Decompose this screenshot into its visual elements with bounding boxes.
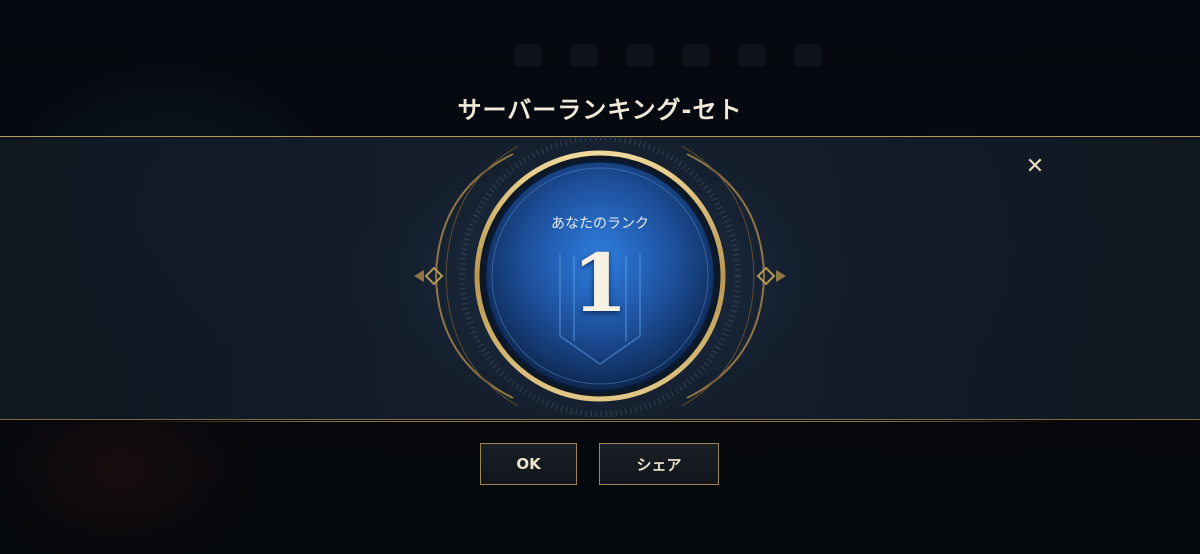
close-icon[interactable]: ✕: [1022, 154, 1048, 180]
share-button[interactable]: シェア: [599, 443, 719, 485]
rank-value: 1: [572, 236, 628, 330]
band-accent-line: [130, 421, 1070, 422]
ok-button[interactable]: OK: [480, 443, 577, 485]
rank-label: あなたのランク: [551, 216, 649, 232]
dialog-title: サーバーランキング-セト: [457, 96, 743, 124]
